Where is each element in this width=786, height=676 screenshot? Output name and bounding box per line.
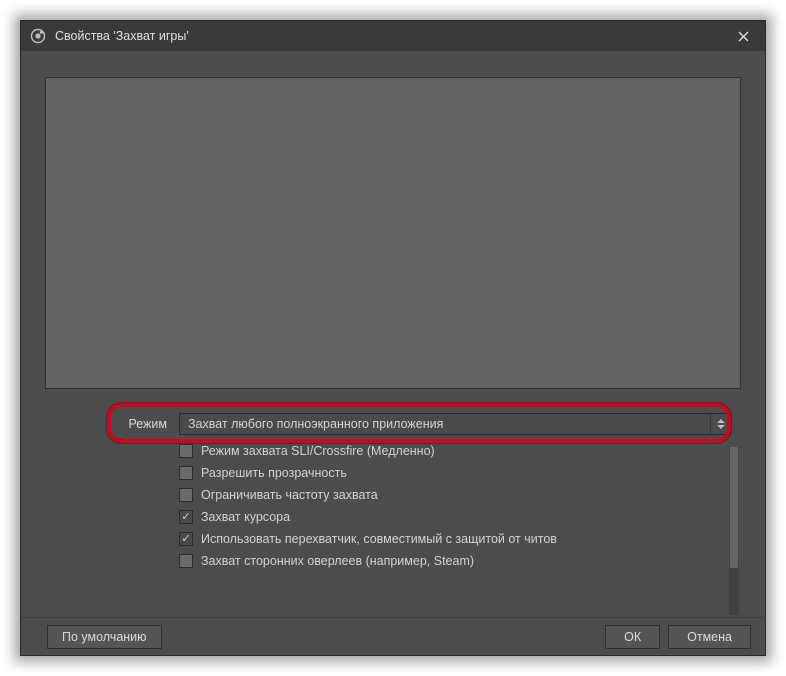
checkbox-list: Режим захвата SLI/Crossfire (Медленно) Ра… (179, 440, 731, 572)
mode-label: Режим (55, 417, 179, 431)
mode-row: Режим Захват любого полноэкранного прило… (55, 413, 731, 435)
scrollbar[interactable] (729, 447, 739, 615)
checkbox-label: Захват курсора (201, 510, 290, 524)
titlebar: Свойства 'Захват игры' (21, 21, 765, 51)
checkbox-icon[interactable] (179, 488, 193, 502)
checkbox-icon[interactable] (179, 510, 193, 524)
close-button[interactable] (721, 21, 765, 51)
scrollbar-thumb[interactable] (730, 447, 738, 568)
checkbox-label: Захват сторонних оверлеев (например, Ste… (201, 554, 474, 568)
checkbox-icon[interactable] (179, 444, 193, 458)
properties-dialog: Свойства 'Захват игры' Режим Захват любо… (20, 20, 766, 656)
checkbox-row-1[interactable]: Разрешить прозрачность (179, 462, 731, 484)
form-area: Режим Захват любого полноэкранного прило… (45, 403, 741, 617)
up-down-icon (710, 414, 730, 434)
checkbox-icon[interactable] (179, 466, 193, 480)
checkbox-row-2[interactable]: Ограничивать частоту захвата (179, 484, 731, 506)
checkbox-row-0[interactable]: Режим захвата SLI/Crossfire (Медленно) (179, 440, 731, 462)
mode-dropdown[interactable]: Захват любого полноэкранного приложения (179, 413, 731, 435)
checkbox-row-3[interactable]: Захват курсора (179, 506, 731, 528)
cancel-button[interactable]: Отмена (668, 625, 751, 649)
checkbox-row-4[interactable]: Использовать перехватчик, совместимый с … (179, 528, 731, 550)
checkbox-row-5[interactable]: Захват сторонних оверлеев (например, Ste… (179, 550, 731, 572)
window-title: Свойства 'Захват игры' (55, 29, 189, 43)
defaults-button[interactable]: По умолчанию (47, 625, 162, 649)
preview-area (45, 77, 741, 389)
checkbox-icon[interactable] (179, 532, 193, 546)
checkbox-label: Ограничивать частоту захвата (201, 488, 378, 502)
content-area: Режим Захват любого полноэкранного прило… (21, 51, 765, 617)
footer: По умолчанию ОК Отмена (21, 617, 765, 655)
checkbox-icon[interactable] (179, 554, 193, 568)
checkbox-label: Использовать перехватчик, совместимый с … (201, 532, 557, 546)
app-icon (29, 27, 47, 45)
ok-button[interactable]: ОК (605, 625, 660, 649)
checkbox-label: Режим захвата SLI/Crossfire (Медленно) (201, 444, 435, 458)
checkbox-label: Разрешить прозрачность (201, 466, 347, 480)
mode-dropdown-value: Захват любого полноэкранного приложения (188, 417, 443, 431)
